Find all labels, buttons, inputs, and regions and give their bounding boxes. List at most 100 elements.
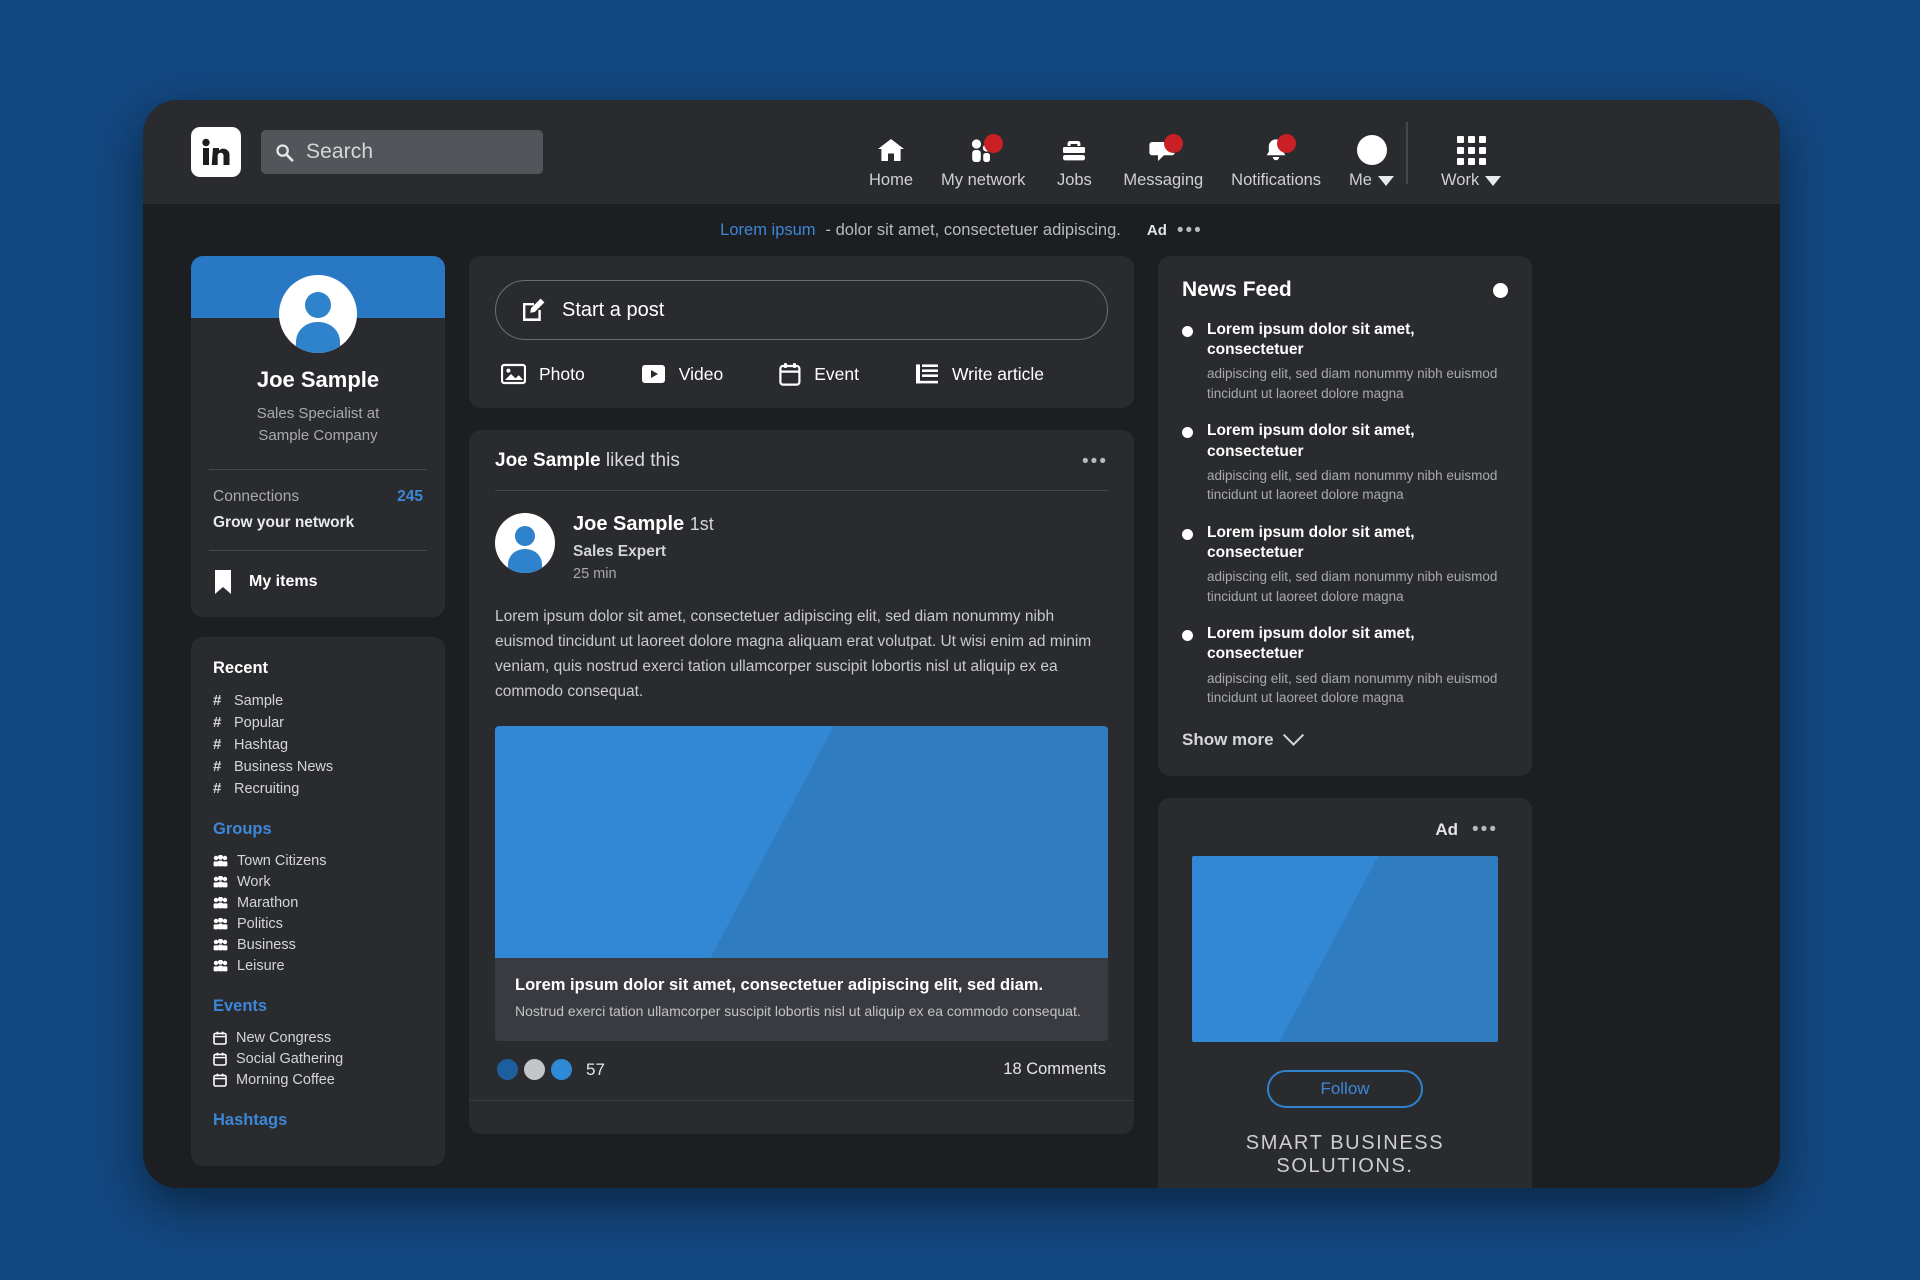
calendar-icon — [213, 1052, 227, 1066]
groups-title: Groups — [213, 819, 272, 838]
list-item[interactable]: Lorem ipsum dolor sit amet, consectetuer… — [1182, 320, 1508, 403]
left-sidebar: Joe Sample Sales Specialist at Sample Co… — [191, 256, 445, 1166]
recent-title: Recent — [213, 658, 269, 677]
composer-actions: Photo Video Event Write article — [495, 362, 1108, 386]
video-play-icon — [641, 365, 665, 383]
reaction-count[interactable]: 57 — [586, 1060, 605, 1080]
linkedin-logo-icon[interactable] — [191, 127, 241, 177]
profile-avatar[interactable] — [279, 275, 357, 353]
comments-count[interactable]: 18 Comments — [1003, 1060, 1106, 1079]
grow-network-link[interactable]: Grow your network — [191, 510, 445, 550]
list-item[interactable]: Work — [213, 872, 423, 893]
group-icon — [213, 855, 228, 867]
news-feed-card: News Feed Lorem ipsum dolor sit amet, co… — [1158, 256, 1532, 776]
list-item[interactable]: Lorem ipsum dolor sit amet, consectetuer… — [1182, 421, 1508, 504]
reaction-icon-like — [497, 1059, 518, 1081]
video-button[interactable]: Video — [641, 363, 723, 385]
profile-headline-line2: Sample Company — [258, 426, 378, 444]
list-item[interactable]: Lorem ipsum dolor sit amet, consectetuer… — [1182, 523, 1508, 606]
post-liked-header: Joe Sample liked this ••• — [469, 430, 1134, 490]
list-item[interactable]: Business — [213, 935, 423, 956]
nav-item-home[interactable]: Home — [855, 135, 927, 204]
write-article-label: Write article — [951, 363, 1044, 384]
nav-item-me[interactable]: Me — [1335, 135, 1408, 204]
notification-badge — [1164, 134, 1184, 153]
ad-more-options-icon[interactable]: ••• — [1472, 820, 1498, 839]
notification-badge — [984, 134, 1004, 153]
event-button[interactable]: Event — [779, 362, 859, 386]
nav-item-notifications[interactable]: Notifications — [1217, 134, 1335, 204]
liked-by-name[interactable]: Joe Sample — [495, 450, 601, 471]
sponsored-text: - dolor sit amet, consectetuer adipiscin… — [825, 220, 1121, 239]
post-media[interactable]: Lorem ipsum dolor sit amet, consectetuer… — [495, 726, 1108, 1042]
post-reactions-row: 57 18 Comments — [469, 1041, 1134, 1100]
post-author-name[interactable]: Joe Sample — [573, 513, 684, 535]
reaction-icon-celebrate — [524, 1059, 545, 1081]
sponsored-banner[interactable]: Lorem ipsum - dolor sit amet, consectetu… — [143, 204, 1780, 256]
nav-items: Home My network Jobs Messaging Notificat… — [855, 100, 1408, 204]
nav-label-jobs: Jobs — [1056, 171, 1092, 189]
list-item[interactable]: # Recruiting — [213, 778, 423, 800]
list-item[interactable]: # Hashtag — [213, 734, 423, 756]
search-placeholder: Search — [306, 140, 374, 163]
briefcase-icon — [1055, 135, 1093, 165]
list-item[interactable]: Morning Coffee — [213, 1070, 423, 1091]
news-item-desc: adipiscing elit, sed diam nonummy nibh e… — [1207, 569, 1498, 604]
list-item[interactable]: # Business News — [213, 756, 423, 778]
post-more-options-icon[interactable]: ••• — [1082, 452, 1108, 471]
liked-suffix: liked this — [605, 450, 680, 471]
bullet-icon — [1182, 630, 1193, 642]
nav-item-my-network[interactable]: My network — [927, 134, 1039, 204]
list-item[interactable]: # Sample — [213, 690, 423, 712]
group-icon — [213, 960, 228, 972]
ad-label: Ad — [1435, 819, 1459, 839]
start-post-button[interactable]: Start a post — [495, 280, 1108, 340]
groups-list: Town Citizens Work Marathon Politics Bus… — [213, 851, 423, 977]
list-item-label: New Congress — [236, 1030, 332, 1046]
image-icon — [501, 363, 526, 385]
news-item-title: Lorem ipsum dolor sit amet, consectetuer — [1207, 321, 1415, 359]
list-item[interactable]: Town Citizens — [213, 851, 423, 872]
news-item-desc: adipiscing elit, sed diam nonummy nibh e… — [1207, 467, 1498, 503]
sponsored-link[interactable]: Lorem ipsum — [720, 221, 815, 240]
nav-label-work: Work — [1441, 171, 1480, 189]
news-feed-title: News Feed — [1182, 278, 1292, 301]
list-item[interactable]: Politics — [213, 914, 423, 935]
bullet-icon — [1182, 427, 1193, 439]
connections-count: 245 — [397, 487, 423, 505]
nav-item-work[interactable]: Work — [1441, 100, 1502, 204]
search-input[interactable]: Search — [261, 130, 543, 174]
list-item[interactable]: Marathon — [213, 893, 423, 914]
my-items-link[interactable]: My items — [191, 551, 445, 617]
nav-item-jobs[interactable]: Jobs — [1039, 135, 1109, 204]
list-item[interactable]: Lorem ipsum dolor sit amet, consectetuer… — [1182, 624, 1508, 707]
recent-groups-card: Recent # Sample # Popular # Hashtag # Bu… — [191, 636, 445, 1166]
news-item-title: Lorem ipsum dolor sit amet, consectetuer — [1207, 523, 1415, 561]
photo-label: Photo — [539, 363, 585, 384]
info-icon[interactable] — [1493, 282, 1508, 298]
write-article-button[interactable]: Write article — [915, 363, 1044, 385]
events-title: Events — [213, 996, 268, 1015]
post-author-avatar[interactable] — [495, 513, 555, 573]
photo-button[interactable]: Photo — [501, 363, 585, 385]
bullet-icon — [1182, 528, 1193, 540]
list-item-label: Business — [237, 937, 296, 953]
post-media-caption: Lorem ipsum dolor sit amet, consectetuer… — [495, 958, 1108, 1042]
ad-headline: SMART BUSINESS SOLUTIONS. — [1245, 1131, 1445, 1177]
ad-image[interactable] — [1192, 855, 1498, 1042]
follow-button[interactable]: Follow — [1267, 1069, 1423, 1108]
start-post-label: Start a post — [562, 298, 665, 321]
list-item[interactable]: Social Gathering — [213, 1049, 423, 1070]
list-item[interactable]: New Congress — [213, 1028, 423, 1049]
connections-row[interactable]: Connections 245 — [191, 470, 445, 510]
list-item[interactable]: Leisure — [213, 956, 423, 977]
search-icon — [276, 143, 294, 162]
list-item[interactable]: # Popular — [213, 712, 423, 734]
group-icon — [213, 876, 228, 888]
calendar-icon — [213, 1073, 227, 1087]
nav-item-messaging[interactable]: Messaging — [1109, 134, 1217, 204]
list-item-label: Leisure — [237, 958, 285, 974]
group-icon — [213, 939, 228, 951]
more-options-icon[interactable]: ••• — [1177, 221, 1203, 240]
show-more-button[interactable]: Show more — [1182, 724, 1508, 750]
